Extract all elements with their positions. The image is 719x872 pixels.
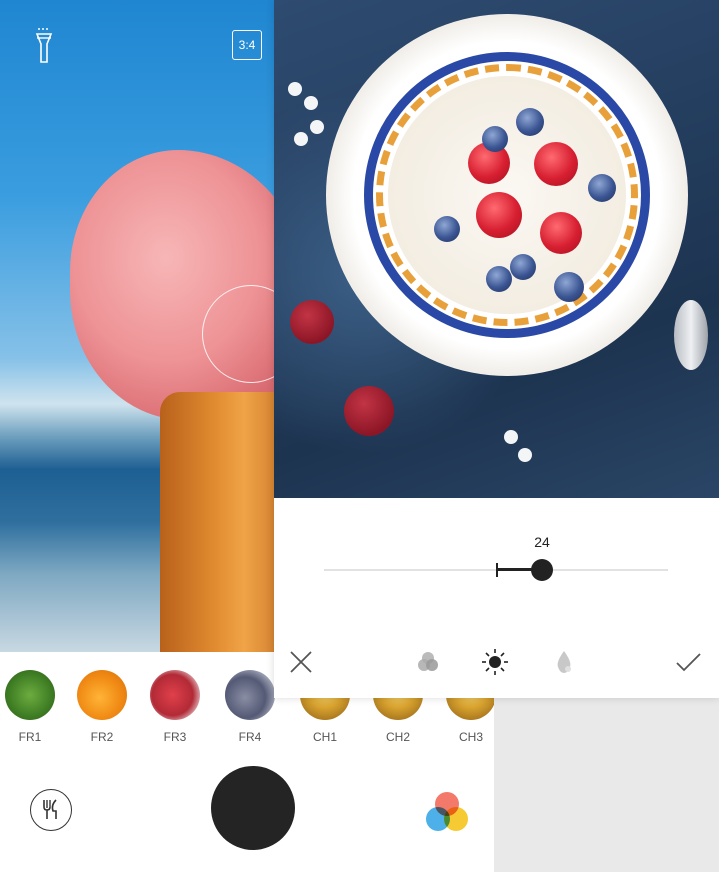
fork-knife-icon[interactable]: [30, 789, 72, 831]
porridge-bowl: [326, 14, 688, 376]
slider-handle[interactable]: [531, 559, 553, 581]
filter-circles-icon[interactable]: [414, 648, 442, 676]
slider-value: 24: [534, 534, 550, 550]
shutter-button[interactable]: [211, 766, 295, 850]
filter-label: CH1: [312, 730, 337, 744]
drop-icon[interactable]: [550, 648, 578, 676]
filter-label: CH2: [385, 730, 410, 744]
filter-label: FR3: [163, 730, 187, 744]
brightness-icon[interactable]: [481, 648, 509, 676]
aspect-ratio-button[interactable]: 3:4: [232, 30, 262, 60]
check-icon[interactable]: [674, 648, 702, 676]
spoon: [674, 300, 708, 370]
filter-thumb-fr1[interactable]: [5, 670, 55, 720]
filter-label: FR4: [238, 730, 262, 744]
filter-label: FR1: [18, 730, 42, 744]
filter-label: FR2: [90, 730, 114, 744]
color-circles-icon[interactable]: [424, 792, 470, 834]
filter-thumb-fr4[interactable]: [225, 670, 275, 720]
edit-photo-preview: [274, 0, 719, 498]
filter-thumb-fr2[interactable]: [77, 670, 127, 720]
edit-screen: 24: [274, 0, 719, 698]
filter-label: CH3: [458, 730, 483, 744]
close-icon[interactable]: [287, 648, 315, 676]
flashlight-icon[interactable]: [34, 26, 54, 66]
filter-thumb-fr3[interactable]: [150, 670, 200, 720]
